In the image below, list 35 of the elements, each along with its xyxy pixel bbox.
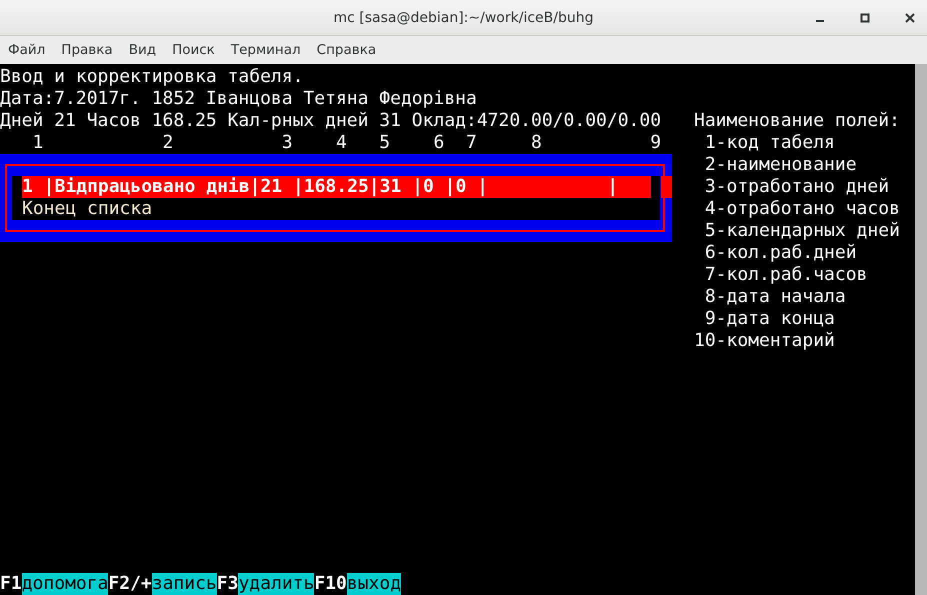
legend-item: 5-календарных дней xyxy=(704,220,900,242)
legend-item: 2-наименование xyxy=(704,154,858,176)
function-key-label[interactable]: выход xyxy=(346,573,402,595)
legend-item: 10-коментарий xyxy=(694,330,836,352)
window-title: mc [sasa@debian]:~/work/iceB/buhg xyxy=(334,10,594,26)
end-of-list: Конец списка xyxy=(22,198,660,220)
maximize-icon[interactable] xyxy=(860,13,870,23)
menu-item[interactable]: Файл xyxy=(8,42,54,58)
legend-item: 6-кол.раб.дней xyxy=(704,242,858,264)
record-row[interactable]: 1 |Відпрацьовано днів|21 |168.25|31 |0 |0 | | xyxy=(22,176,651,198)
menu-item[interactable]: Поиск xyxy=(172,42,223,58)
terminal-line: Дней 21 Часов 168.25 Кал-рных дней 31 Оклад:4720.00/0.00/0.00 xyxy=(0,110,662,132)
legend-item: 4-отработано часов xyxy=(704,198,900,220)
menu-item[interactable]: Терминал xyxy=(230,42,309,58)
column-numbers: 1 2 3 4 5 6 7 8 9 xyxy=(32,132,662,154)
function-key-label[interactable]: допомога xyxy=(22,573,108,595)
legend-item: 3-отработано дней xyxy=(704,176,890,198)
legend-title: Наименование полей: xyxy=(694,110,900,132)
function-key[interactable]: F3 xyxy=(216,573,238,595)
legend-item: 7-кол.раб.часов xyxy=(704,264,868,286)
function-key[interactable]: F10 xyxy=(314,573,347,595)
function-key[interactable]: F1 xyxy=(0,573,22,595)
menu-item[interactable]: Правка xyxy=(61,42,121,58)
function-key-label[interactable]: удалить xyxy=(238,573,314,595)
menu-item[interactable]: Справка xyxy=(316,42,384,58)
legend-item: 1-код табеля xyxy=(704,132,836,154)
menu-item[interactable]: Вид xyxy=(128,42,164,58)
close-icon[interactable] xyxy=(905,13,915,23)
legend-item: 9-дата конца xyxy=(704,308,836,330)
terminal-line: Дата:7.2017г. 1852 Іванцова Тетяна Федорівна xyxy=(0,88,478,110)
scrollbar[interactable] xyxy=(915,64,927,595)
function-key[interactable]: F2/+ xyxy=(108,573,152,595)
legend-item: 8-дата начала xyxy=(704,286,847,308)
terminal-line: Ввод и корректировка табеля. xyxy=(0,66,304,88)
function-key-label[interactable]: запись xyxy=(152,573,217,595)
